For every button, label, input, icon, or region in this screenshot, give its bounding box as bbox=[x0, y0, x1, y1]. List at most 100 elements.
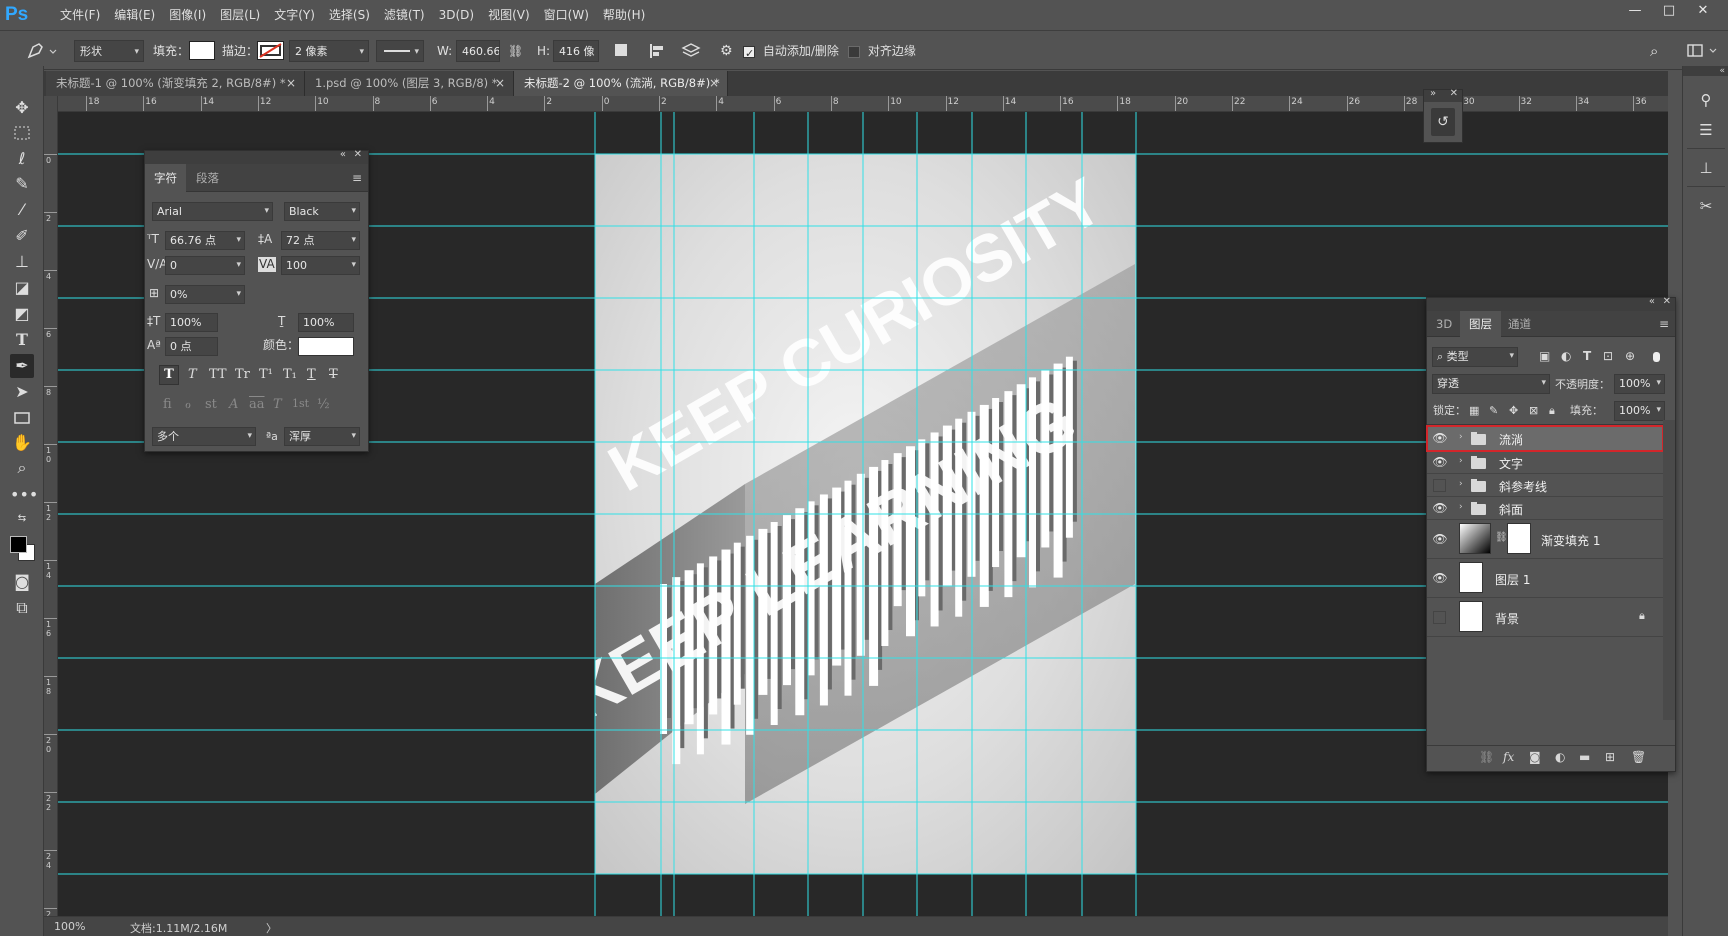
workspace-switcher[interactable] bbox=[1686, 40, 1722, 62]
menu-edit[interactable]: 编辑(E) bbox=[107, 0, 162, 30]
menu-help[interactable]: 帮助(H) bbox=[596, 0, 652, 30]
vertical-ruler[interactable]: 024681 01 21 41 61 82 02 22 42 6 bbox=[44, 96, 58, 916]
fill-swatch[interactable] bbox=[189, 41, 215, 60]
zoom-level[interactable]: 100% bbox=[54, 920, 85, 933]
stylistic-alternates-button[interactable]: aa bbox=[249, 397, 265, 412]
visibility-toggle[interactable] bbox=[1433, 611, 1446, 624]
menu-filter[interactable]: 滤镜(T) bbox=[377, 0, 432, 30]
chevron-right-icon[interactable]: › bbox=[1459, 502, 1463, 512]
layer-row-group-guides[interactable]: › 斜参考线 bbox=[1427, 474, 1663, 497]
pen-tool-icon[interactable]: ✒ bbox=[10, 354, 34, 378]
fractions-button[interactable]: ½ bbox=[317, 397, 330, 412]
menu-image[interactable]: 图像(I) bbox=[162, 0, 213, 30]
font-family-select[interactable]: Arial ▾ bbox=[152, 202, 273, 221]
trash-icon[interactable]: 🗑︎ bbox=[1631, 750, 1646, 764]
all-caps-button[interactable]: TT bbox=[209, 367, 227, 382]
discretionary-ligatures-button[interactable]: st bbox=[205, 397, 217, 412]
pixel-filter-icon[interactable]: ▣ bbox=[1539, 347, 1550, 366]
eye-icon[interactable]: 👁︎ bbox=[1432, 532, 1448, 546]
tracking-field[interactable]: 100 ▾ bbox=[281, 256, 360, 275]
old-style-button[interactable]: ℴ bbox=[185, 397, 191, 412]
subscript-button[interactable]: T₁ bbox=[283, 367, 297, 382]
layer-filter-select[interactable]: ⌕ 类型 ▾ bbox=[1432, 347, 1518, 367]
panel-header[interactable]: « ✕ bbox=[1427, 296, 1675, 311]
width-field[interactable]: 460.66 像 bbox=[456, 40, 500, 62]
screen-mode-icon[interactable]: ⧉ bbox=[10, 596, 34, 620]
close-button[interactable]: ✕ bbox=[1686, 0, 1720, 24]
eraser-tool-icon[interactable]: ◪ bbox=[10, 276, 34, 300]
type-tool-icon[interactable]: T bbox=[10, 328, 34, 352]
quick-selection-tool-icon[interactable]: ✎ bbox=[10, 172, 34, 196]
move-tool-icon[interactable]: ✥ bbox=[10, 96, 34, 120]
type-filter-icon[interactable]: T bbox=[1583, 347, 1591, 366]
adjustment-filter-icon[interactable]: ◐ bbox=[1561, 347, 1571, 366]
adjustment-layer-icon[interactable]: ◐ bbox=[1555, 750, 1565, 764]
lasso-tool-icon[interactable]: ℓ bbox=[10, 147, 34, 171]
rectangle-tool-icon[interactable] bbox=[10, 406, 34, 430]
status-menu-arrow[interactable]: 〉 bbox=[266, 920, 277, 936]
horizontal-scale-field[interactable]: 100% bbox=[298, 313, 354, 332]
kerning-field[interactable]: 0 ▾ bbox=[165, 256, 245, 275]
panel-menu-icon[interactable]: ≡ bbox=[1659, 317, 1669, 331]
tab-untitled-2[interactable]: 未标题-2 @ 100% (流淌, RGB/8#) * × bbox=[514, 71, 728, 96]
align-edges-checkbox[interactable]: 对齐边缘 bbox=[848, 40, 916, 62]
font-style-select[interactable]: Black ▾ bbox=[284, 202, 360, 221]
clone-source-icon[interactable]: ⊥ bbox=[1694, 156, 1718, 180]
lock-position-icon[interactable]: ✥ bbox=[1509, 401, 1518, 420]
brush-tool-icon[interactable]: ✐ bbox=[10, 224, 34, 248]
tab-1-psd[interactable]: 1.psd @ 100% (图层 3, RGB/8) * × bbox=[305, 71, 514, 96]
layer-row-layer-1[interactable]: 👁︎ 图层 1 bbox=[1427, 559, 1663, 598]
eye-icon[interactable]: 👁︎ bbox=[1432, 571, 1448, 585]
stroke-swatch[interactable] bbox=[257, 41, 284, 60]
link-icon[interactable]: ⛓ bbox=[1495, 532, 1508, 543]
small-caps-button[interactable]: Tr bbox=[235, 367, 250, 382]
lock-all-icon[interactable]: 🔒︎ bbox=[1549, 401, 1555, 420]
fx-icon[interactable]: fx bbox=[1503, 750, 1514, 764]
faux-bold-button[interactable]: T bbox=[159, 365, 179, 385]
clone-stamp-tool-icon[interactable]: ⊥ bbox=[10, 250, 34, 274]
search-icon[interactable]: ⌕ bbox=[1650, 40, 1658, 62]
close-icon[interactable]: ✕ bbox=[354, 149, 362, 160]
chevron-right-icon[interactable]: › bbox=[1459, 479, 1463, 489]
quick-mask-icon[interactable]: ◙ bbox=[10, 570, 34, 594]
layer-row-group-flow[interactable]: 👁︎ › 流淌 bbox=[1426, 425, 1664, 452]
zoom-tool-icon[interactable]: ⌕ bbox=[10, 456, 34, 480]
path-selection-tool-icon[interactable]: ➤ bbox=[10, 380, 34, 404]
chevron-right-icon[interactable]: › bbox=[1459, 456, 1463, 466]
close-icon[interactable]: × bbox=[286, 71, 296, 96]
maximize-button[interactable]: □ bbox=[1652, 0, 1686, 24]
foreground-color-swatch[interactable] bbox=[10, 536, 27, 553]
panel-header[interactable]: « ✕ bbox=[145, 149, 368, 164]
eye-icon[interactable]: 👁︎ bbox=[1432, 501, 1448, 515]
minimize-button[interactable]: — bbox=[1618, 0, 1652, 24]
tab-channels[interactable]: 通道 bbox=[1499, 311, 1540, 337]
close-icon[interactable]: × bbox=[495, 71, 505, 96]
filter-toggle-icon[interactable] bbox=[1653, 352, 1660, 362]
lock-transparent-icon[interactable]: ▦ bbox=[1469, 401, 1479, 420]
new-group-icon[interactable]: ▬ bbox=[1579, 750, 1590, 764]
baseline-shift-field[interactable]: 0 点 bbox=[165, 337, 218, 356]
path-operations-icon[interactable] bbox=[615, 44, 627, 56]
history-icon[interactable]: ↺ bbox=[1431, 108, 1455, 136]
tab-layers[interactable]: 图层 bbox=[1460, 311, 1501, 337]
pen-tool-preset-picker[interactable] bbox=[22, 40, 62, 62]
link-layers-icon[interactable]: ⛓ bbox=[1479, 750, 1494, 764]
gradient-tool-icon[interactable]: ◩ bbox=[10, 302, 34, 326]
eye-icon[interactable]: 👁︎ bbox=[1432, 455, 1448, 469]
expand-icon[interactable]: » bbox=[1430, 88, 1436, 99]
language-select[interactable]: 多个 ▾ bbox=[152, 427, 256, 446]
close-icon[interactable]: ✕ bbox=[1663, 296, 1671, 307]
tool-presets-icon[interactable]: ✂ bbox=[1694, 194, 1718, 218]
swap-colors-icon[interactable]: ⇆ bbox=[10, 507, 34, 531]
ligatures-button[interactable]: ﬁ bbox=[163, 397, 172, 412]
close-icon[interactable]: × bbox=[709, 71, 719, 96]
menu-view[interactable]: 视图(V) bbox=[481, 0, 537, 30]
collapse-icon[interactable]: « bbox=[1649, 296, 1655, 307]
faux-italic-button[interactable]: T bbox=[188, 367, 197, 382]
properties-icon[interactable]: ☰ bbox=[1694, 118, 1718, 142]
lock-artboard-icon[interactable]: ⊠ bbox=[1529, 401, 1538, 420]
menu-layer[interactable]: 图层(L) bbox=[213, 0, 267, 30]
tsume-field[interactable]: 0% ▾ bbox=[165, 285, 245, 304]
fill-field[interactable]: 100% ▾ bbox=[1614, 401, 1665, 421]
path-alignment-icon[interactable] bbox=[648, 40, 666, 62]
